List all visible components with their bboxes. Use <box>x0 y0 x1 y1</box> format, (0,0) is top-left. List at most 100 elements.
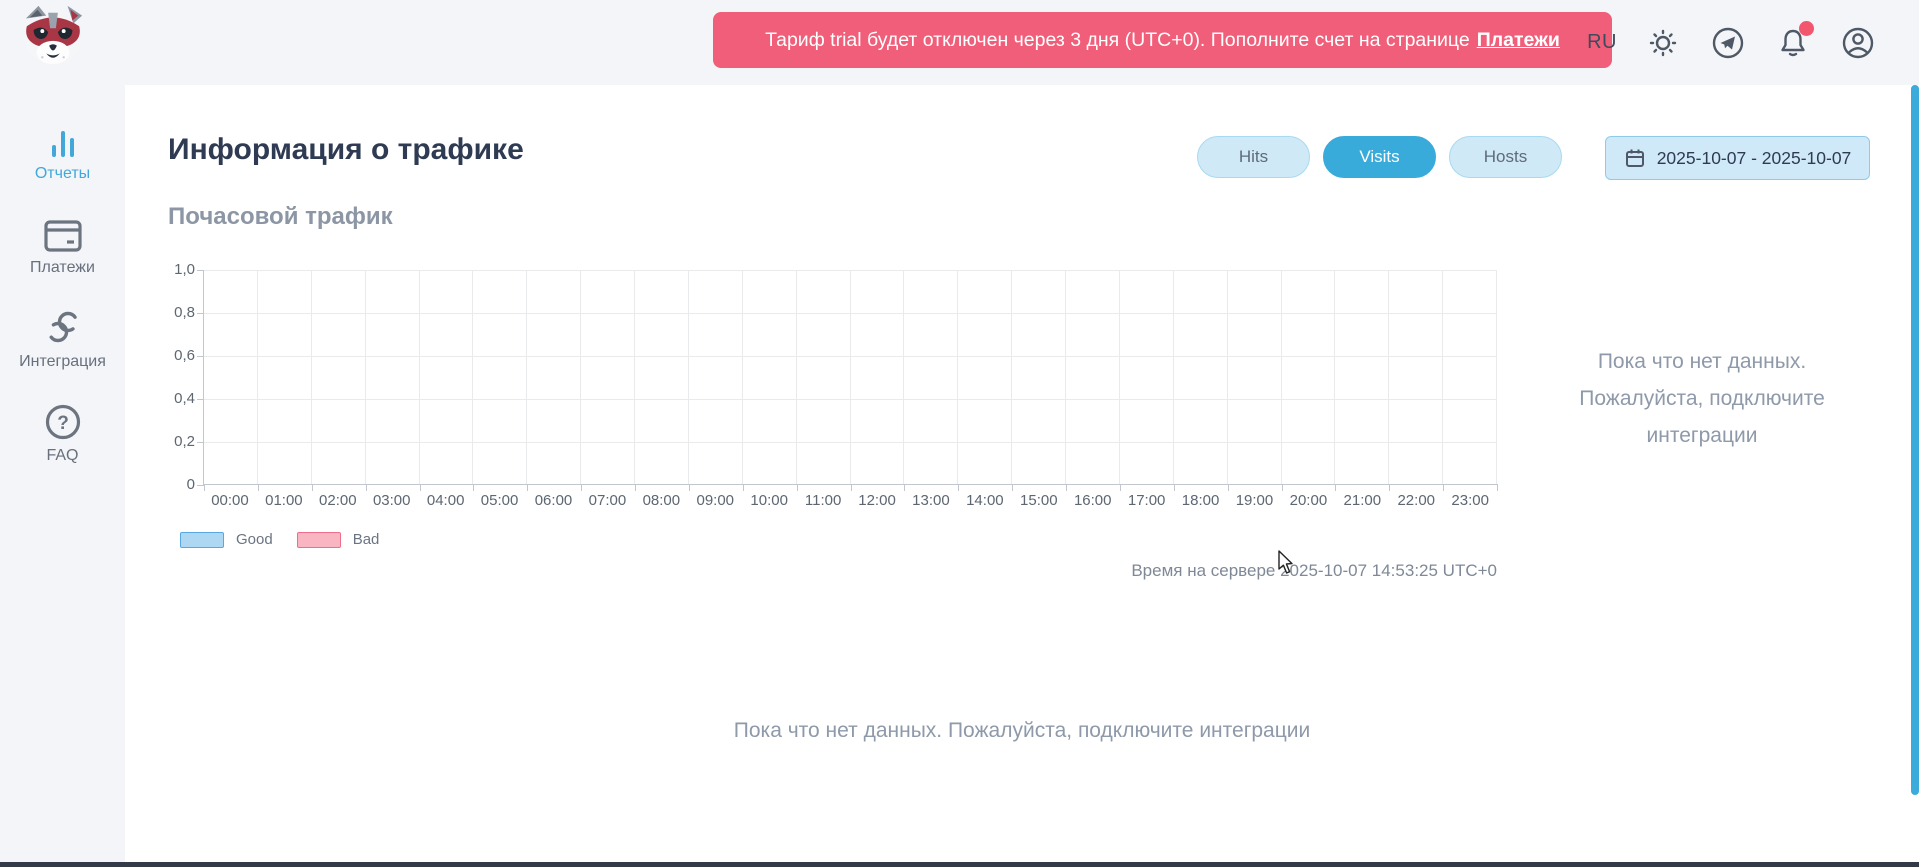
x-tick-mark <box>851 484 852 491</box>
x-tick-label: 05:00 <box>473 492 527 509</box>
chart-hour-column <box>258 270 312 484</box>
trial-warning-banner: Тариф trial будет отключен через 3 дня (… <box>713 12 1612 68</box>
calendar-icon <box>1624 147 1646 169</box>
chart-hour-column <box>1012 270 1066 484</box>
sidebar-item-faq[interactable]: ? FAQ <box>0 403 125 465</box>
x-tick-label: 14:00 <box>958 492 1012 509</box>
sidebar-item-integration[interactable]: Интеграция <box>0 309 125 371</box>
page-title: Информация о трафике <box>168 133 524 167</box>
chart-hour-column <box>689 270 743 484</box>
theme-toggle-button[interactable] <box>1644 24 1682 62</box>
side-message-line: интеграции <box>1517 417 1887 454</box>
notifications-button[interactable] <box>1774 24 1812 62</box>
main-content: Информация о трафике Hits Visits Hosts 2… <box>125 85 1919 867</box>
date-range-picker[interactable]: 2025-10-07 - 2025-10-07 <box>1605 136 1870 180</box>
legend-label: Bad <box>353 531 380 548</box>
sidebar-nav: Отчеты Платежи Интеграция ? FAQ <box>0 85 125 862</box>
link-icon <box>43 307 83 347</box>
x-tick-mark <box>797 484 798 491</box>
sidebar-item-label: FAQ <box>0 447 125 465</box>
banner-text: Тариф trial будет отключен через 3 дня (… <box>765 29 1470 52</box>
x-tick-mark <box>420 484 421 491</box>
bar-chart-icon <box>44 125 82 159</box>
chart-hour-column <box>1389 270 1443 484</box>
y-tick-label: 0 <box>147 476 195 494</box>
x-tick-mark <box>1389 484 1390 491</box>
no-data-bottom-message: Пока что нет данных. Пожалуйста, подключ… <box>125 719 1919 743</box>
x-tick-mark <box>689 484 690 491</box>
x-tick-mark <box>581 484 582 491</box>
x-tick-mark <box>1443 484 1444 491</box>
x-tick-label: 07:00 <box>580 492 634 509</box>
legend-item: Bad <box>297 531 380 548</box>
sidebar-item-label: Интеграция <box>0 353 125 371</box>
y-tick-label: 1,0 <box>147 261 195 279</box>
x-tick-mark <box>1282 484 1283 491</box>
chart-hour-column <box>904 270 958 484</box>
sidebar-item-reports[interactable]: Отчеты <box>0 121 125 183</box>
x-tick-label: 12:00 <box>850 492 904 509</box>
tab-hits[interactable]: Hits <box>1197 136 1310 178</box>
profile-icon <box>1841 26 1875 60</box>
x-tick-label: 13:00 <box>904 492 958 509</box>
chart-legend: Good Bad <box>180 531 403 548</box>
payments-link[interactable]: Платежи <box>1477 29 1560 52</box>
chart-hour-column <box>366 270 420 484</box>
chart-hour-column <box>743 270 797 484</box>
x-tick-label: 23:00 <box>1443 492 1497 509</box>
y-tick-label: 0,8 <box>147 304 195 322</box>
question-icon: ? <box>44 403 82 441</box>
notification-badge <box>1799 21 1814 36</box>
top-bar: Тариф trial будет отключен через 3 дня (… <box>0 0 1919 85</box>
metric-tabs: Hits Visits Hosts <box>1197 136 1562 178</box>
y-tick-label: 0,2 <box>147 433 195 451</box>
x-tick-mark <box>958 484 959 491</box>
vertical-scrollbar[interactable] <box>1911 85 1919 795</box>
no-data-side-message: Пока что нет данных. Пожалуйста, подключ… <box>1517 343 1887 454</box>
x-tick-label: 04:00 <box>419 492 473 509</box>
gridline <box>204 399 1497 400</box>
y-tick-label: 0,6 <box>147 347 195 365</box>
x-tick-mark <box>473 484 474 491</box>
legend-swatch <box>297 532 341 548</box>
y-tick-mark <box>197 356 204 357</box>
profile-button[interactable] <box>1839 24 1877 62</box>
sidebar-item-label: Платежи <box>0 259 125 277</box>
chart-hour-column <box>635 270 689 484</box>
credit-card-icon <box>42 219 84 253</box>
x-tick-mark <box>1497 484 1498 491</box>
x-tick-label: 18:00 <box>1174 492 1228 509</box>
y-tick-mark <box>197 270 204 271</box>
x-tick-label: 21:00 <box>1335 492 1389 509</box>
server-time-label: Время на сервере 2025-10-07 14:53:25 UTC… <box>997 561 1497 581</box>
tab-visits[interactable]: Visits <box>1323 136 1436 178</box>
chart-hour-column <box>581 270 635 484</box>
x-tick-label: 03:00 <box>365 492 419 509</box>
x-tick-mark <box>366 484 367 491</box>
plot-columns <box>204 270 1497 484</box>
app-logo[interactable] <box>16 3 90 67</box>
x-tick-label: 02:00 <box>311 492 365 509</box>
sidebar-item-payments[interactable]: Платежи <box>0 215 125 277</box>
raccoon-logo-icon <box>16 3 90 67</box>
telegram-button[interactable] <box>1709 24 1747 62</box>
chart-hour-column <box>527 270 581 484</box>
chart-hour-column <box>312 270 366 484</box>
y-axis-labels: 1,00,80,60,40,20 <box>147 270 195 485</box>
x-axis-labels: 00:0001:0002:0003:0004:0005:0006:0007:00… <box>203 492 1497 509</box>
date-range-value: 2025-10-07 - 2025-10-07 <box>1657 148 1852 169</box>
topbar-actions: RU <box>1587 0 1877 85</box>
x-tick-label: 08:00 <box>634 492 688 509</box>
tab-hosts[interactable]: Hosts <box>1449 136 1562 178</box>
hourly-traffic-chart <box>203 270 1497 485</box>
y-tick-mark <box>197 399 204 400</box>
legend-item: Good <box>180 531 273 548</box>
chart-hour-column <box>1120 270 1174 484</box>
x-tick-label: 15:00 <box>1012 492 1066 509</box>
chart-hour-column <box>958 270 1012 484</box>
language-selector[interactable]: RU <box>1587 31 1617 54</box>
gridline <box>204 442 1497 443</box>
y-tick-mark <box>197 442 204 443</box>
x-tick-mark <box>635 484 636 491</box>
x-tick-mark <box>1335 484 1336 491</box>
